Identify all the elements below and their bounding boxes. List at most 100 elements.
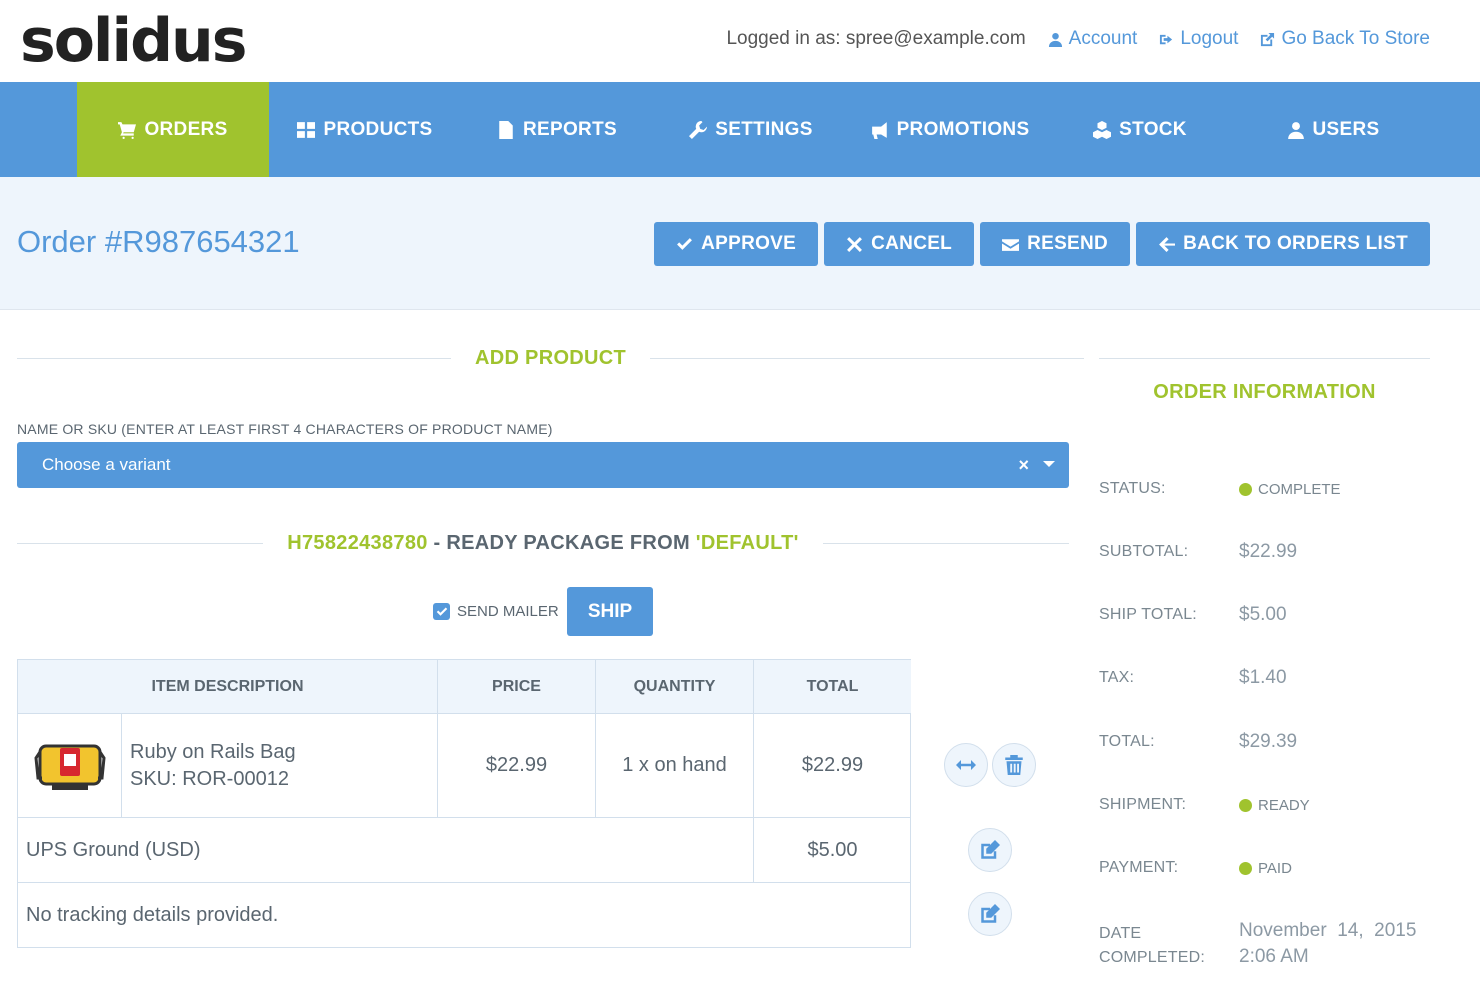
file-icon — [499, 120, 513, 139]
tax-label: TAX: — [1099, 669, 1135, 686]
payment-state-label: PAYMENT: — [1099, 859, 1179, 876]
cubes-icon — [1093, 120, 1112, 139]
shipping-cost: $5.00 — [754, 818, 911, 883]
arrows-horizontal-icon — [956, 760, 976, 770]
nav-products[interactable]: PRODUCTS — [282, 82, 448, 177]
nav-reports[interactable]: REPORTS — [480, 82, 634, 177]
divider — [17, 543, 264, 544]
date-label-line-1: DATE — [1099, 925, 1142, 942]
nav-settings-label: SETTINGS — [715, 118, 813, 140]
tax-value: $1.40 — [1239, 667, 1287, 688]
nav-settings[interactable]: SETTINGS — [672, 82, 830, 177]
status-label: STATUS: — [1099, 480, 1166, 497]
nav-promotions-label: PROMOTIONS — [896, 118, 1030, 140]
arrow-left-icon — [1159, 236, 1176, 252]
nav-stock[interactable]: STOCK — [1072, 82, 1208, 177]
status-dot — [1239, 483, 1252, 496]
top-header: solidus Logged in as: spree@example.com … — [0, 0, 1480, 82]
back-to-store-link[interactable]: Go Back To Store — [1260, 28, 1430, 50]
divider — [17, 358, 451, 359]
shipment-heading: H75822438780 - READY PACKAGE FROM 'DEFAU… — [17, 532, 1069, 555]
shipment-number: H75822438780 — [287, 532, 428, 554]
nav-users[interactable]: USERS — [1262, 82, 1404, 177]
check-icon — [436, 607, 447, 616]
page-header: Order #R987654321 APPROVE CANCEL RESEND … — [0, 177, 1480, 310]
sign-out-icon — [1160, 34, 1173, 44]
nav-orders[interactable]: ORDERS — [77, 82, 269, 185]
item-sku: SKU: ROR-00012 — [130, 767, 289, 790]
add-product-title: ADD PRODUCT — [474, 347, 627, 369]
payment-dot — [1239, 862, 1252, 875]
edit-shipping-button[interactable] — [968, 828, 1012, 872]
ship-button[interactable]: SHIP — [567, 587, 653, 636]
variant-select[interactable]: Choose a variant × — [17, 442, 1069, 488]
shipment-state-label: SHIPMENT: — [1099, 796, 1187, 813]
divider — [650, 358, 1085, 359]
ship-total-label: SHIP TOTAL: — [1099, 606, 1197, 623]
external-link-icon — [1261, 32, 1275, 46]
delete-item-button[interactable] — [992, 743, 1036, 787]
stock-location: 'DEFAULT' — [695, 532, 799, 554]
logout-label: Logout — [1180, 28, 1239, 49]
cancel-label: CANCEL — [871, 233, 953, 254]
send-mailer-checkbox[interactable] — [433, 603, 450, 620]
item-description: Ruby on Rails Bag SKU: ROR-00012 — [122, 714, 438, 818]
nav-stock-label: STOCK — [1119, 118, 1187, 140]
status-value: COMPLETE — [1258, 481, 1341, 498]
nav-reports-label: REPORTS — [523, 118, 617, 140]
logo[interactable]: solidus — [20, 6, 247, 76]
back-to-orders-button[interactable]: BACK TO ORDERS LIST — [1136, 222, 1430, 266]
nav-products-label: PRODUCTS — [323, 118, 433, 140]
item-price: $22.99 — [438, 714, 596, 818]
date-completed-label: DATE COMPLETED: — [1099, 922, 1205, 970]
cancel-button[interactable]: CANCEL — [824, 222, 975, 266]
shipment-state-badge: READY — [1239, 797, 1310, 814]
account-link[interactable]: Account — [1048, 28, 1138, 50]
clear-icon[interactable]: × — [1018, 455, 1029, 476]
close-icon — [847, 236, 863, 252]
col-quantity: QUANTITY — [596, 660, 754, 714]
shipment-title: H75822438780 - READY PACKAGE FROM 'DEFAU… — [287, 532, 798, 555]
payment-state-value: PAID — [1258, 860, 1292, 877]
divider — [1099, 358, 1430, 359]
add-product-heading: ADD PRODUCT — [17, 347, 1085, 370]
nav-users-label: USERS — [1312, 118, 1380, 140]
nav-orders-label: ORDERS — [144, 118, 228, 140]
ship-total-value: $5.00 — [1239, 604, 1287, 625]
tracking-details: No tracking details provided. — [26, 903, 279, 926]
split-item-button[interactable] — [944, 743, 988, 787]
account-label: Account — [1068, 28, 1138, 49]
logged-in-text: Logged in as: spree@example.com — [726, 28, 1026, 49]
resend-button[interactable]: RESEND — [980, 222, 1131, 266]
page-actions: APPROVE CANCEL RESEND BACK TO ORDERS LIS… — [654, 222, 1430, 266]
edit-icon — [981, 840, 1000, 859]
total-value: $29.39 — [1239, 731, 1298, 752]
date-completed-value: November 14, 2015 2:06 AM — [1239, 919, 1416, 969]
logout-link[interactable]: Logout — [1159, 28, 1238, 50]
edit-tracking-button[interactable] — [968, 892, 1012, 936]
shipment-dot — [1239, 799, 1252, 812]
date-label-line-2: COMPLETED: — [1099, 949, 1206, 966]
back-to-store-label: Go Back To Store — [1281, 28, 1430, 49]
divider — [822, 543, 1069, 544]
shipment-state-value: READY — [1258, 797, 1310, 814]
item-image — [18, 714, 122, 818]
subtotal-label: SUBTOTAL: — [1099, 543, 1189, 560]
chevron-down-icon[interactable] — [1043, 461, 1055, 467]
nav-promotions[interactable]: PROMOTIONS — [852, 82, 1048, 177]
user-nav: Logged in as: spree@example.com Account … — [726, 28, 1430, 50]
resend-label: RESEND — [1027, 233, 1109, 254]
send-mailer-label: SEND MAILER — [457, 603, 559, 620]
variant-field-label: NAME OR SKU (ENTER AT LEAST FIRST 4 CHAR… — [17, 421, 553, 437]
shipping-method: UPS Ground (USD) — [18, 818, 754, 883]
user-icon — [1048, 32, 1062, 47]
approve-button[interactable]: APPROVE — [654, 222, 819, 266]
date-completed-time: 2:06 AM — [1239, 946, 1309, 967]
edit-icon — [981, 904, 1000, 923]
page-title: Order #R987654321 — [17, 224, 300, 259]
subtotal-value: $22.99 — [1239, 541, 1298, 562]
trash-icon — [1005, 755, 1023, 775]
send-mailer[interactable]: SEND MAILER — [433, 603, 559, 620]
col-item-description: ITEM DESCRIPTION — [18, 660, 438, 714]
item-name[interactable]: Ruby on Rails Bag — [130, 741, 296, 764]
